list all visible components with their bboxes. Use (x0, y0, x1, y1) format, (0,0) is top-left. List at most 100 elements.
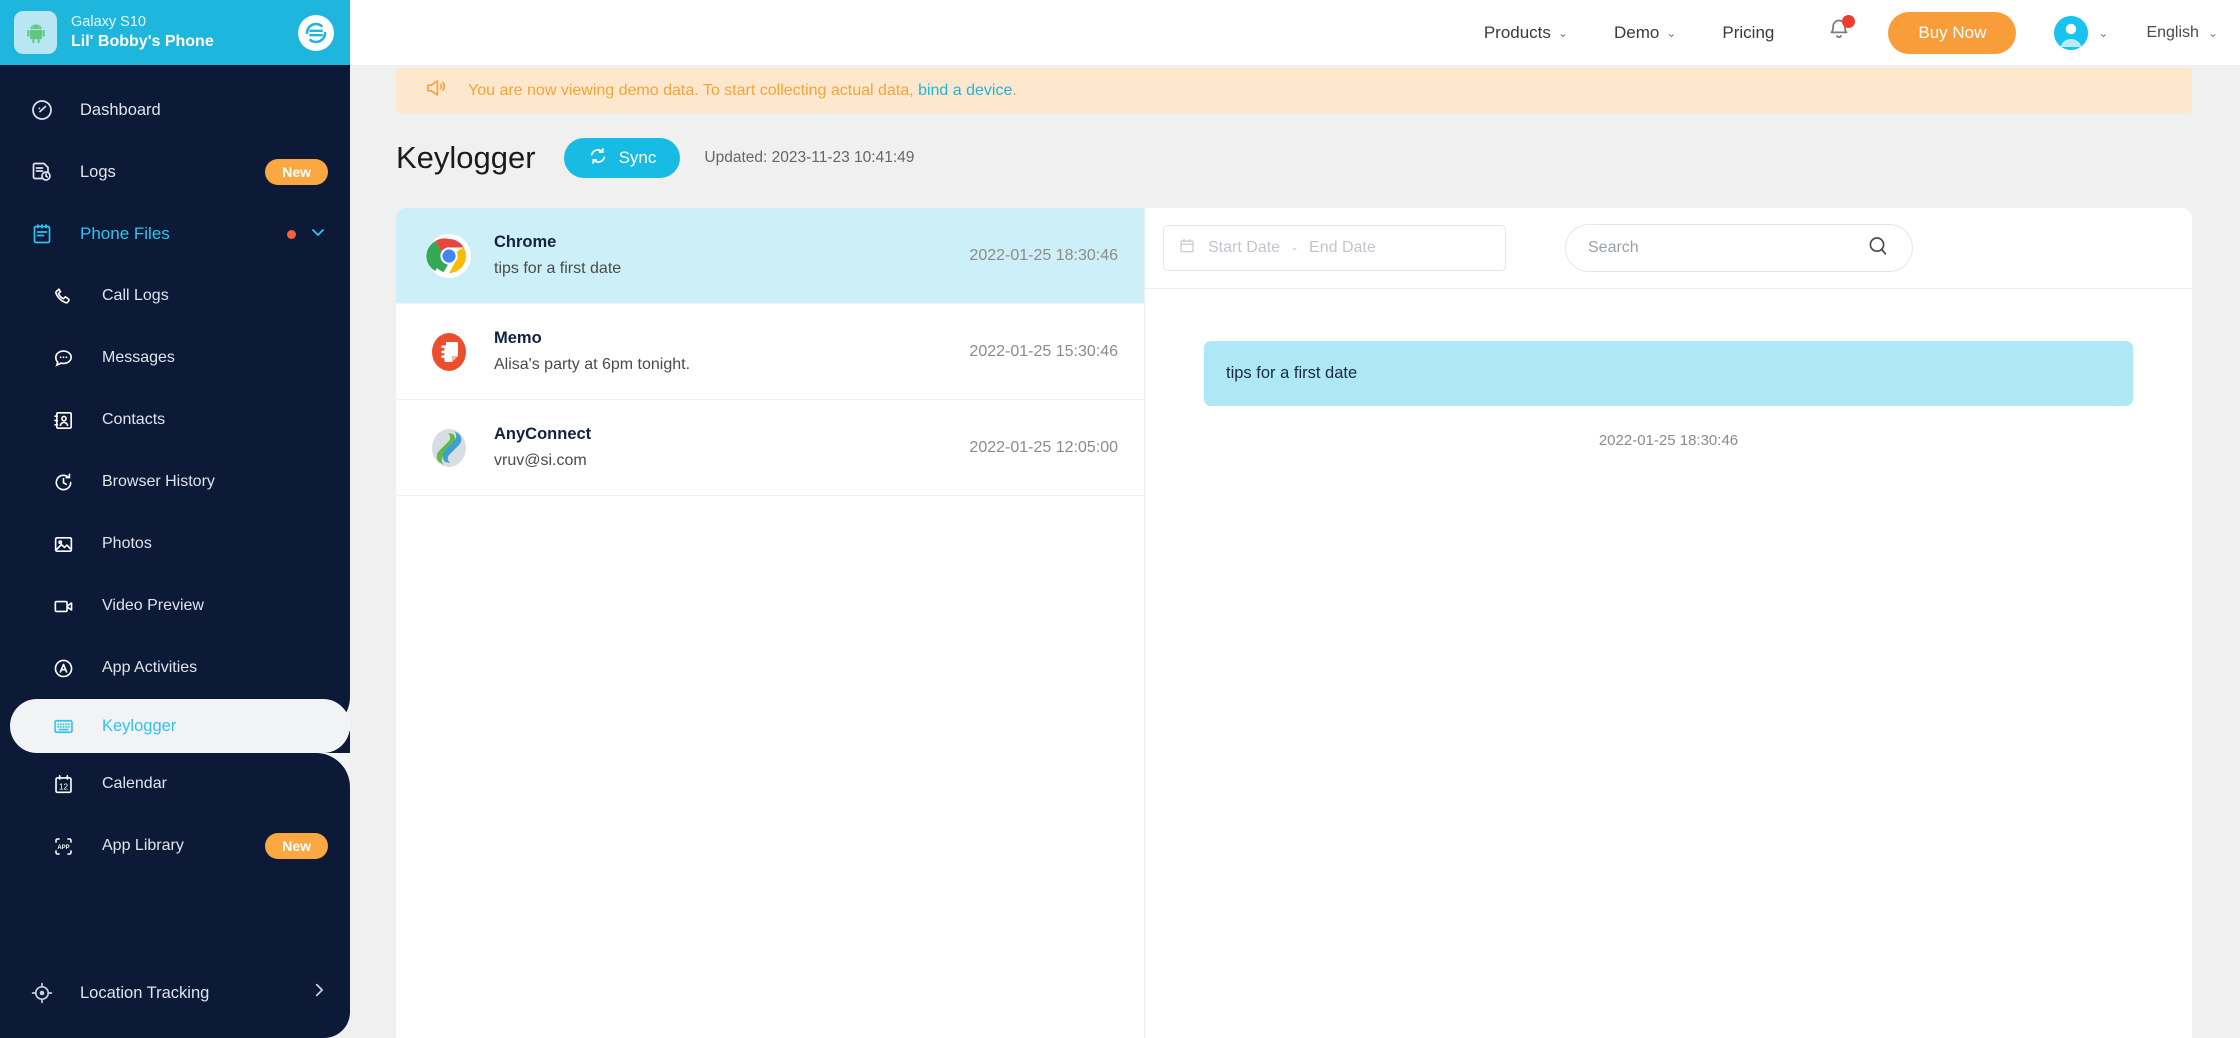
sync-button[interactable]: Sync (563, 138, 681, 178)
banner-text: You are now viewing demo data. To start … (468, 82, 1017, 100)
chevron-down-icon: ⌄ (2098, 25, 2109, 40)
page-title: Keylogger (396, 140, 536, 175)
video-camera-icon (52, 595, 86, 618)
sidebar-item-app-library[interactable]: APP App Library New (0, 815, 350, 877)
entry-timestamp: 2022-01-25 12:05:00 (969, 438, 1118, 456)
sidebar-item-label: Location Tracking (80, 983, 210, 1002)
sidebar-item-photos[interactable]: Photos (0, 513, 350, 575)
language-selector[interactable]: English ⌄ (2146, 24, 2218, 42)
sidebar-item-label: Messages (102, 349, 175, 366)
sidebar-item-label: Contacts (102, 411, 166, 428)
chevron-right-icon[interactable] (310, 981, 328, 1005)
entry-snippet: vruv@si.com (494, 452, 587, 469)
entry-snippet: tips for a first date (494, 260, 622, 277)
sidebar-item-location-tracking[interactable]: Location Tracking (0, 962, 350, 1024)
chevron-down-icon[interactable] (308, 222, 328, 247)
history-clock-icon (52, 471, 86, 494)
device-text: Galaxy S10 Lil' Bobby's Phone (71, 13, 298, 51)
banner-text-before: You are now viewing demo data. To start … (468, 81, 919, 99)
entry-detail-panel: Start Date - End Date Search tips for a … (1145, 208, 2192, 1038)
entry-timestamp: 2022-01-25 15:30:46 (969, 342, 1118, 360)
sidebar-item-messages[interactable]: Messages (0, 327, 350, 389)
location-target-icon (30, 981, 64, 1005)
nav-demo-label: Demo (1613, 22, 1660, 42)
nav-pricing-label: Pricing (1722, 22, 1775, 42)
device-header[interactable]: Galaxy S10 Lil' Bobby's Phone (0, 0, 350, 65)
entry-snippet: Alisa's party at 6pm tonight. (494, 356, 691, 373)
sidebar-item-label: Browser History (102, 473, 215, 490)
entry-text: AnyConnect vruv@si.com (494, 425, 969, 470)
sidebar-item-label: Calendar (102, 775, 167, 792)
phone-files-update-dot (287, 229, 296, 239)
search-box[interactable]: Search (1565, 224, 1913, 272)
sidebar-item-label: App Library (102, 837, 184, 854)
calendar-icon: 12 (52, 773, 86, 796)
sidebar-item-logs[interactable]: Logs New (0, 141, 350, 203)
bind-device-link[interactable]: bind a device (918, 82, 1012, 99)
app-entry-list: Chrome tips for a first date 2022-01-25 … (396, 208, 1145, 1038)
table-row[interactable]: AnyConnect vruv@si.com 2022-01-25 12:05:… (396, 400, 1144, 496)
start-date-input[interactable]: Start Date (1208, 239, 1280, 257)
sidebar-item-dashboard[interactable]: Dashboard (0, 79, 350, 141)
keylogger-panel: Chrome tips for a first date 2022-01-25 … (396, 208, 2192, 1038)
page-header: Keylogger Sync Updated: 2023-11-23 10:41… (396, 138, 914, 178)
entry-text: Memo Alisa's party at 6pm tonight. (494, 329, 969, 374)
chevron-down-icon: ⌄ (1557, 25, 1568, 40)
sidebar-item-call-logs[interactable]: Call Logs (0, 265, 350, 327)
user-account-menu[interactable]: ⌄ (2054, 15, 2109, 50)
sidebar-bottom: Location Tracking (0, 962, 350, 1038)
sidebar-item-calendar[interactable]: 12 Calendar (0, 753, 350, 815)
nav-demo[interactable]: Demo ⌄ (1614, 23, 1676, 43)
sidebar-item-label: Keylogger (102, 716, 177, 735)
device-name: Lil' Bobby's Phone (71, 32, 214, 50)
entry-app-name: Memo (494, 329, 542, 347)
logs-document-icon (30, 160, 64, 184)
nav-pricing[interactable]: Pricing (1722, 23, 1774, 43)
buy-now-button[interactable]: Buy Now (1888, 11, 2017, 54)
search-magnifier-icon[interactable] (1866, 234, 1890, 263)
nav-products[interactable]: Products ⌄ (1484, 23, 1568, 43)
device-model: Galaxy S10 (71, 14, 146, 31)
entry-app-name: AnyConnect (494, 425, 592, 443)
entry-timestamp: 2022-01-25 18:30:46 (969, 246, 1118, 264)
clipboard-icon (30, 222, 64, 246)
end-date-input[interactable]: End Date (1309, 239, 1376, 257)
sidebar-item-browser-history[interactable]: Browser History (0, 451, 350, 513)
app-root: Galaxy S10 Lil' Bobby's Phone Dashboard … (0, 0, 2240, 1038)
message-thread: tips for a first date 2022-01-25 18:30:4… (1145, 289, 2192, 1038)
chrome-icon (426, 233, 472, 279)
brand-logo-icon (298, 14, 334, 51)
photo-image-icon (52, 533, 86, 556)
sidebar-item-label: Video Preview (102, 597, 204, 614)
keyboard-icon (52, 715, 86, 738)
svg-text:APP: APP (57, 844, 69, 850)
svg-text:12: 12 (59, 782, 69, 791)
sync-refresh-icon (588, 146, 608, 171)
sidebar-item-app-activities[interactable]: App Activities (0, 637, 350, 699)
filter-bar: Start Date - End Date Search (1145, 208, 2192, 289)
app-activities-icon (52, 657, 86, 680)
sidebar-item-label: Photos (102, 535, 152, 552)
contact-card-icon (52, 409, 86, 432)
sidebar-item-phone-files[interactable]: Phone Files (0, 203, 350, 265)
notification-bell-icon[interactable] (1826, 15, 1856, 48)
table-row[interactable]: Memo Alisa's party at 6pm tonight. 2022-… (396, 304, 1144, 400)
chevron-down-icon: ⌄ (2207, 25, 2218, 40)
sidebar-item-keylogger[interactable]: Keylogger (10, 699, 350, 753)
search-input[interactable]: Search (1588, 239, 1866, 257)
user-avatar-icon (2054, 15, 2089, 50)
sidebar-item-label: Logs (80, 162, 116, 181)
notification-unread-dot (1842, 15, 1856, 28)
date-separator: - (1292, 239, 1298, 257)
sidebar: Galaxy S10 Lil' Bobby's Phone Dashboard … (0, 0, 350, 1038)
date-range-picker[interactable]: Start Date - End Date (1163, 225, 1506, 271)
sidebar-item-contacts[interactable]: Contacts (0, 389, 350, 451)
anyconnect-icon (426, 425, 472, 471)
entry-app-name: Chrome (494, 233, 557, 251)
sidebar-nav: Dashboard Logs New Phone Files Call Logs… (0, 65, 350, 877)
top-navigation-bar: Products ⌄ Demo ⌄ Pricing Buy Now ⌄ Engl… (350, 0, 2240, 65)
calendar-small-icon (1178, 237, 1196, 260)
sidebar-item-video-preview[interactable]: Video Preview (0, 575, 350, 637)
table-row[interactable]: Chrome tips for a first date 2022-01-25 … (396, 208, 1144, 304)
phone-icon (52, 285, 86, 308)
